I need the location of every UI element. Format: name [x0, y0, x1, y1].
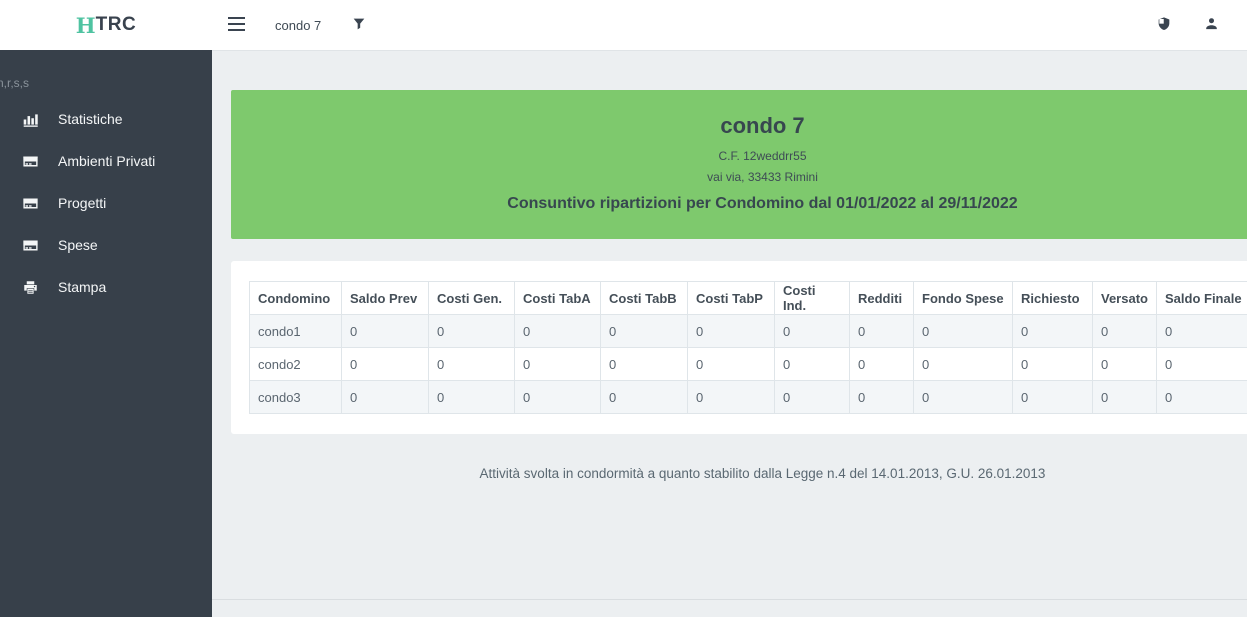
table-cell: 0: [775, 381, 850, 414]
table-cell: 0: [850, 315, 914, 348]
card-list-icon: [22, 237, 39, 254]
report-card: CondominoSaldo PrevCosti Gen.Costi TabAC…: [231, 261, 1247, 434]
page-body: condo 7 C.F. 12weddrr55 vai via, 33433 R…: [212, 51, 1247, 599]
top-header: HTRC condo 7: [0, 0, 1247, 50]
printer-icon: [22, 279, 39, 296]
column-header: Costi Ind.: [775, 282, 850, 315]
table-cell: 0: [601, 348, 688, 381]
table-cell: 0: [914, 381, 1013, 414]
column-header: Versato: [1093, 282, 1157, 315]
table-cell: 0: [850, 348, 914, 381]
sidebar-item-label: Stampa: [58, 279, 106, 295]
filter-icon: [351, 16, 367, 35]
table-cell: 0: [1157, 315, 1247, 348]
card-list-icon: [22, 195, 39, 212]
table-cell: 0: [342, 381, 429, 414]
column-header: Costi Gen.: [429, 282, 515, 315]
table-cell: 0: [1093, 315, 1157, 348]
table-cell: condo1: [250, 315, 342, 348]
person-icon: [1204, 16, 1219, 34]
table-cell: 0: [1013, 348, 1093, 381]
sidebar: n,r,s,s Statistiche Ambienti Privati Pro…: [0, 50, 212, 617]
table-cell: 0: [1013, 381, 1093, 414]
column-header: Costi TabP: [688, 282, 775, 315]
condo-title: condo 7: [231, 113, 1247, 139]
legal-note: Attività svolta in condormità a quanto s…: [231, 466, 1247, 481]
condo-address: vai via, 33433 Rimini: [231, 170, 1247, 184]
app-logo[interactable]: HTRC: [0, 13, 212, 38]
table-cell: condo3: [250, 381, 342, 414]
table-row: condo100000000000: [250, 315, 1247, 348]
account-button[interactable]: [1200, 12, 1223, 38]
main-content: condo 7 C.F. 12weddrr55 vai via, 33433 R…: [212, 50, 1247, 617]
table-cell: 0: [1093, 381, 1157, 414]
table-header: CondominoSaldo PrevCosti Gen.Costi TabAC…: [250, 282, 1247, 315]
menu-toggle-button[interactable]: [224, 13, 249, 38]
sidebar-user-label: n,r,s,s: [0, 76, 212, 90]
report-table: CondominoSaldo PrevCosti Gen.Costi TabAC…: [249, 281, 1247, 414]
condo-summary-banner: condo 7 C.F. 12weddrr55 vai via, 33433 R…: [231, 90, 1247, 239]
table-cell: 0: [1157, 348, 1247, 381]
table-cell: 0: [775, 315, 850, 348]
sidebar-item-stampa[interactable]: Stampa: [0, 266, 212, 308]
report-subtitle: Consuntivo ripartizioni per Condomino da…: [231, 195, 1247, 213]
table-cell: 0: [914, 348, 1013, 381]
table-row: condo300000000000: [250, 381, 1247, 414]
column-header: Saldo Prev: [342, 282, 429, 315]
table-cell: 0: [601, 315, 688, 348]
table-cell: 0: [850, 381, 914, 414]
logo-accent-letter: H: [76, 13, 96, 38]
logo-rest: TRC: [96, 14, 137, 36]
table-cell: 0: [429, 348, 515, 381]
sidebar-item-statistiche[interactable]: Statistiche: [0, 98, 212, 140]
sidebar-nav: Statistiche Ambienti Privati Progetti Sp…: [0, 98, 212, 308]
table-cell: 0: [515, 348, 601, 381]
fiscal-code: C.F. 12weddrr55: [231, 149, 1247, 163]
column-header: Costi TabB: [601, 282, 688, 315]
column-header: Fondo Spese: [914, 282, 1013, 315]
table-cell: 0: [429, 315, 515, 348]
sidebar-item-progetti[interactable]: Progetti: [0, 182, 212, 224]
filter-button[interactable]: [347, 12, 371, 39]
table-row: condo200000000000: [250, 348, 1247, 381]
sidebar-item-spese[interactable]: Spese: [0, 224, 212, 266]
sidebar-item-label: Ambienti Privati: [58, 153, 155, 169]
column-header: Condomino: [250, 282, 342, 315]
column-header: Richiesto: [1013, 282, 1093, 315]
table-cell: 0: [601, 381, 688, 414]
sidebar-item-label: Statistiche: [58, 111, 123, 127]
table-cell: 0: [515, 315, 601, 348]
card-list-icon: [22, 153, 39, 170]
table-cell: 0: [1157, 381, 1247, 414]
table-cell: 0: [342, 315, 429, 348]
security-button[interactable]: [1152, 12, 1176, 39]
sidebar-item-ambienti-privati[interactable]: Ambienti Privati: [0, 140, 212, 182]
table-cell: 0: [429, 381, 515, 414]
sidebar-item-label: Progetti: [58, 195, 106, 211]
table-cell: 0: [342, 348, 429, 381]
table-cell: condo2: [250, 348, 342, 381]
table-cell: 0: [775, 348, 850, 381]
table-cell: 0: [688, 381, 775, 414]
current-condo-label: condo 7: [275, 18, 321, 33]
shield-icon: [1156, 16, 1172, 35]
table-cell: 0: [515, 381, 601, 414]
table-cell: 0: [688, 315, 775, 348]
column-header: Redditi: [850, 282, 914, 315]
table-body: condo100000000000condo200000000000condo3…: [250, 315, 1247, 414]
sidebar-item-label: Spese: [58, 237, 98, 253]
page-footer-strip: [212, 599, 1247, 617]
table-cell: 0: [688, 348, 775, 381]
app-window: HTRC condo 7: [0, 0, 1247, 617]
column-header: Saldo Finale: [1157, 282, 1247, 315]
table-cell: 0: [914, 315, 1013, 348]
column-header: Costi TabA: [515, 282, 601, 315]
bar-chart-icon: [22, 111, 39, 128]
table-cell: 0: [1093, 348, 1157, 381]
table-cell: 0: [1013, 315, 1093, 348]
hamburger-icon: [228, 17, 245, 34]
